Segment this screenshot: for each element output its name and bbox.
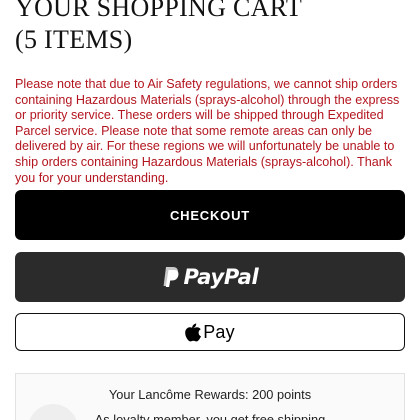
- shipping-notice: Please note that due to Air Safety regul…: [15, 77, 400, 185]
- apple-pay-button-content: Pay: [185, 322, 235, 343]
- paypal-icon: [163, 267, 179, 287]
- page-title-line1: YOUR SHOPPING CART: [15, 0, 302, 22]
- rewards-points: Your Lancôme Rewards: 200 points: [108, 387, 312, 402]
- paypal-button[interactable]: PayPal: [15, 252, 405, 302]
- checkout-button[interactable]: CHECKOUT: [15, 190, 405, 240]
- paypal-button-label: PayPal: [183, 265, 259, 289]
- checkout-button-label: CHECKOUT: [169, 207, 251, 223]
- apple-icon: [185, 323, 202, 341]
- item-count: (5 ITEMS): [15, 25, 133, 54]
- page-title: YOUR SHOPPING CART (5 ITEMS): [15, 0, 302, 56]
- paypal-button-content: PayPal: [162, 265, 259, 289]
- apple-pay-button[interactable]: Pay: [15, 313, 405, 351]
- apple-pay-button-label: Pay: [203, 321, 235, 342]
- rewards-panel: Your Lancôme Rewards: 200 points As loya…: [15, 373, 405, 420]
